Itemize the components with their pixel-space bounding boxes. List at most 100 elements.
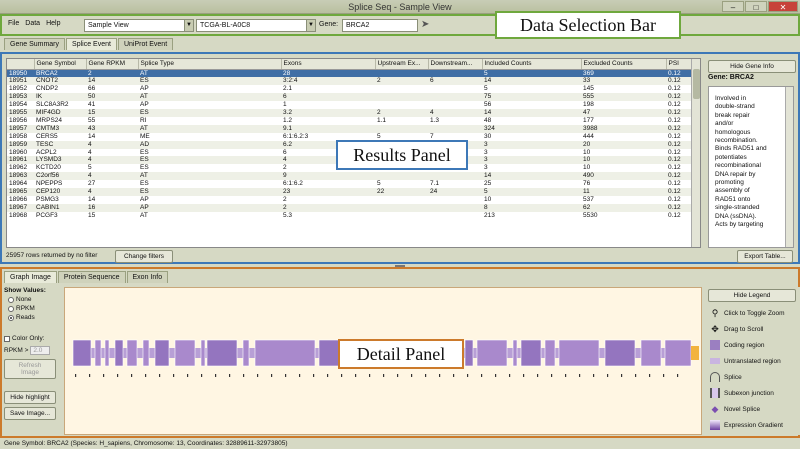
table-cell: 2.1	[283, 85, 293, 93]
column-header[interactable]: Downstream...	[428, 59, 483, 70]
hide-gene-info-button[interactable]: Hide Gene Info	[708, 60, 796, 73]
results-panel-annotation: Results Panel	[336, 140, 468, 170]
column-header[interactable]: Included Counts	[482, 59, 582, 70]
exon-block[interactable]	[142, 339, 150, 367]
table-scrollbar[interactable]	[691, 59, 700, 247]
change-filters-button[interactable]: Change filters	[115, 250, 173, 263]
table-cell: 9.1	[281, 124, 375, 133]
checkbox-box	[4, 335, 10, 342]
color-only-checkbox[interactable]: Color Only:	[4, 335, 62, 342]
position-tick	[411, 374, 413, 377]
table-row[interactable]: 18952 CNDP2 66 AP 2.1 5 145 0.12	[7, 85, 693, 93]
column-header[interactable]: Gene Symbol	[34, 59, 87, 70]
table-row[interactable]: 18968 PCGF3 15 AT 5.3 213 5530 0.12	[7, 212, 693, 220]
table-cell	[428, 203, 482, 212]
sample-select[interactable]: TCGA-BL-A0C8 ▼	[196, 19, 316, 32]
table-row[interactable]: 18950 BRCA2 2 AT 28 5 369 0.12	[7, 69, 693, 78]
column-header[interactable]: Splice Type	[138, 59, 282, 70]
table-cell: 0.12	[666, 140, 693, 149]
table-row[interactable]: 18953 IK 50 AT 6 75 555 0.12	[7, 93, 693, 102]
table-cell: 5	[482, 188, 581, 196]
go-arrow-icon[interactable]: ➤	[421, 19, 429, 30]
column-header[interactable]: Excluded Counts	[581, 59, 667, 70]
table-row[interactable]: 18956 MRPS24 55 RI 1.2 1.1 1.3 48 177 0.12	[7, 117, 693, 125]
tab-uniprot-event[interactable]: UniProt Event	[117, 38, 174, 50]
export-table-button[interactable]: Export Table...	[737, 250, 793, 263]
exon-block[interactable]	[104, 339, 110, 367]
exon-block[interactable]	[72, 339, 92, 367]
column-header[interactable]: Upstream Ex...	[375, 59, 429, 70]
exon-block[interactable]	[174, 339, 196, 367]
close-button[interactable]: ✕	[768, 1, 798, 12]
tab-graph-image[interactable]: Graph Image	[4, 271, 57, 283]
exon-block[interactable]	[154, 339, 170, 367]
exon-block[interactable]	[604, 339, 636, 367]
exon-block[interactable]	[464, 339, 474, 367]
column-header[interactable]: Gene RPKM	[86, 59, 139, 70]
table-cell: 5	[377, 180, 381, 188]
table-cell: 18962	[9, 164, 28, 172]
table-cell: 10	[583, 148, 591, 156]
exon-block[interactable]	[126, 339, 138, 367]
exon-block[interactable]	[114, 339, 124, 367]
tab-protein-sequence[interactable]: Protein Sequence	[57, 271, 126, 283]
exon-block[interactable]	[242, 339, 250, 367]
exon-block[interactable]	[558, 339, 600, 367]
exon-block[interactable]	[640, 339, 662, 367]
minimize-button[interactable]: –	[722, 1, 744, 12]
table-row[interactable]: 18967 CABIN1 16 AP 2 8 62 0.12	[7, 203, 693, 212]
table-cell: AT	[138, 93, 281, 102]
table-row[interactable]: 18965 CEP120 4 ES 23 22 24 5 11 0.12	[7, 188, 693, 196]
table-row[interactable]: 18951 CNOT2 14 ES 3:2:4 2 6 14 33 0.12	[7, 77, 693, 86]
description-scrollbar[interactable]	[785, 87, 793, 247]
radio-rpkm[interactable]: RPKM	[8, 305, 62, 312]
menu-data[interactable]: Data	[25, 20, 40, 27]
column-header[interactable]: Exons	[281, 59, 376, 70]
scrollbar-thumb[interactable]	[693, 69, 700, 99]
exon-block[interactable]	[200, 339, 206, 367]
menu-file[interactable]: File	[8, 20, 19, 27]
table-row[interactable]: 18963 C2orf56 4 AT 9 14 490 0.12	[7, 172, 693, 181]
table-cell: 10	[583, 164, 591, 172]
tab-gene-summary[interactable]: Gene Summary	[4, 38, 66, 50]
exon-block[interactable]	[206, 339, 238, 367]
table-cell: 18967	[7, 203, 34, 212]
exon-block[interactable]	[94, 339, 102, 367]
radio-none[interactable]: None	[8, 296, 62, 303]
column-header[interactable]: PSI	[666, 59, 694, 70]
table-cell: 14	[482, 172, 581, 181]
position-tick	[271, 374, 273, 377]
table-cell: 18952	[9, 85, 28, 93]
tab-exon-info[interactable]: Exon Info	[126, 271, 169, 283]
exon-block[interactable]	[544, 339, 556, 367]
table-cell: LYSMD3	[34, 156, 86, 165]
table-cell: 10	[581, 156, 666, 165]
exon-block[interactable]	[520, 339, 542, 367]
results-panel: Gene Symbol Gene RPKM Splice Type Exons Upst…	[0, 52, 800, 264]
refresh-image-button[interactable]: Refresh Image	[4, 359, 56, 379]
exon-block[interactable]	[664, 339, 692, 367]
hide-highlight-button[interactable]: Hide highlight	[4, 391, 56, 404]
exon-block[interactable]	[476, 339, 508, 367]
view-select[interactable]: Sample View ▼	[84, 19, 194, 32]
tab-splice-event[interactable]: Splice Event	[66, 38, 117, 50]
table-row[interactable]: 18957 CMTM3 43 AT 9.1 324 3988 0.12	[7, 124, 693, 133]
rpkm-threshold-input[interactable]: 2.0	[30, 346, 51, 355]
gene-input[interactable]: BRCA2	[342, 19, 418, 32]
legend-label: Untranslated region	[724, 357, 781, 365]
radio-reads[interactable]: Reads	[8, 314, 62, 321]
column-header[interactable]	[7, 59, 35, 70]
exon-block[interactable]	[254, 339, 316, 367]
exon-block[interactable]	[512, 339, 518, 367]
table-row[interactable]: 18955 MIF4GD 15 ES 3.2 2 4 14 47 0.12	[7, 109, 693, 117]
hide-legend-button[interactable]: Hide Legend	[708, 289, 796, 302]
maximize-button[interactable]: □	[745, 1, 767, 12]
table-row[interactable]: 18964 NPEPPS 27 ES 6:1:6.2 5 7.1 25 76 0.12	[7, 180, 693, 188]
table-row[interactable]: 18966 PSMG3 14 AP 2 10 537 0.12	[7, 196, 693, 204]
position-tick	[89, 374, 91, 377]
table-cell: 4	[88, 148, 92, 156]
table-row[interactable]: 18954 SLC8A3R2 41 AP 1 56 198 0.12	[7, 101, 693, 109]
menu-help[interactable]: Help	[46, 20, 60, 27]
save-image-button[interactable]: Save Image...	[4, 407, 56, 420]
table-cell: 48	[484, 116, 492, 124]
